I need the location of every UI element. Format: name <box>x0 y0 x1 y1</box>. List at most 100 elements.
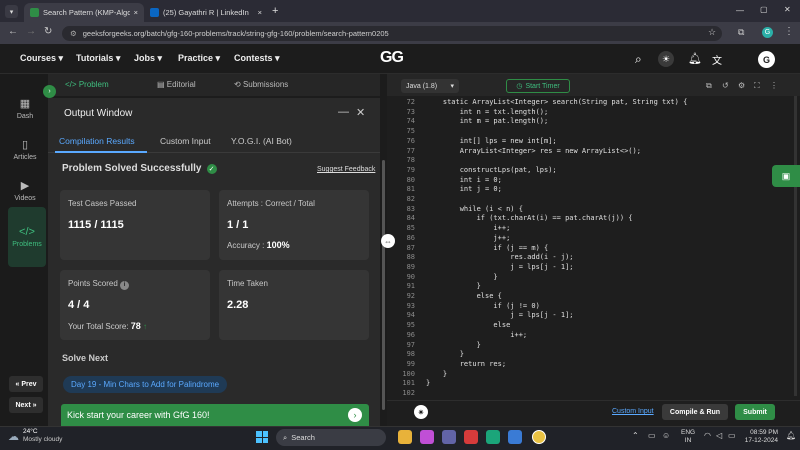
browser-menu-icon[interactable]: ⋮ <box>784 26 794 37</box>
url-field[interactable]: ⚙ geeksforgeeks.org/batch/gfg-160-proble… <box>62 26 722 41</box>
code-line[interactable]: } <box>426 282 481 290</box>
copy-icon[interactable]: ⧉ <box>706 81 712 91</box>
edge-icon[interactable] <box>486 430 500 444</box>
sidebar-item-articles[interactable]: ▯ Articles <box>10 131 40 167</box>
chat-fab[interactable]: ▣ <box>772 165 800 187</box>
file-explorer-icon[interactable] <box>398 430 412 444</box>
notification-center-icon[interactable]: 🔔︎ <box>786 431 796 440</box>
code-line[interactable]: int j = 0; <box>426 185 502 193</box>
browser-tab-active[interactable]: Search Pattern (KMP-Algorithm × <box>24 3 144 22</box>
browser-tab[interactable]: (25) Gayathri R | LinkedIn × <box>144 3 268 22</box>
output-scrollbar[interactable] <box>382 160 385 410</box>
code-line[interactable]: i++; <box>426 224 510 232</box>
nav-practice[interactable]: Practice ▾ <box>178 53 220 64</box>
close-output-icon[interactable]: ✕ <box>356 106 365 119</box>
nav-jobs[interactable]: Jobs ▾ <box>134 53 162 64</box>
fullscreen-icon[interactable]: ⛶ <box>754 81 760 91</box>
code-line[interactable]: if (j != 0) <box>426 302 539 310</box>
tray-chevron-icon[interactable]: ⌃ <box>632 431 639 440</box>
tab-submissions[interactable]: ⟲ Submissions <box>234 80 288 89</box>
tray-app-icon[interactable]: ▭ <box>648 431 656 440</box>
sidebar-item-dash[interactable]: ▦ Dash <box>10 90 40 126</box>
minimize-output-icon[interactable]: — <box>338 106 349 118</box>
code-line[interactable]: } <box>426 341 481 349</box>
code-line[interactable]: constructLps(pat, lps); <box>426 166 557 174</box>
back-icon[interactable]: ← <box>8 26 18 37</box>
tab-yogi-bot[interactable]: Y.O.G.I. (AI Bot) <box>231 136 292 146</box>
user-avatar[interactable]: G <box>758 51 775 68</box>
custom-input-link[interactable]: Custom Input <box>612 408 654 415</box>
nav-courses[interactable]: Courses ▾ <box>20 53 63 64</box>
tab-compilation-results[interactable]: Compilation Results <box>59 136 135 146</box>
tab-editorial[interactable]: ▤ Editorial <box>157 80 196 89</box>
code-line[interactable]: else <box>426 321 510 329</box>
code-line[interactable]: else { <box>426 292 502 300</box>
close-tab-icon[interactable]: × <box>134 8 138 17</box>
start-menu-icon[interactable] <box>256 431 268 443</box>
code-line[interactable]: res.add(i - j); <box>426 253 573 261</box>
banner-arrow-icon[interactable]: › <box>348 408 362 422</box>
code-line[interactable]: while (i < n) { <box>426 205 523 213</box>
office-icon[interactable] <box>464 430 478 444</box>
tab-problem[interactable]: </> Problem <box>65 80 109 89</box>
code-line[interactable]: int i = 0; <box>426 176 502 184</box>
settings-icon[interactable]: ⚙ <box>738 81 745 90</box>
editor-scrollbar[interactable] <box>794 96 797 396</box>
extensions-icon[interactable]: ⧉ <box>738 27 744 38</box>
next-problem-chip[interactable]: Day 19 - Min Chars to Add for Palindrome <box>63 376 228 393</box>
maximize-button[interactable]: ▢ <box>760 5 768 14</box>
code-line[interactable]: if (txt.charAt(i) == pat.charAt(j)) { <box>426 214 633 222</box>
sidebar-expand-button[interactable]: › <box>43 85 56 98</box>
code-line[interactable]: static ArrayList<Integer> search(String … <box>426 98 687 106</box>
profile-badge[interactable]: G <box>762 27 773 38</box>
volume-icon[interactable]: ◁ <box>716 431 722 440</box>
code-line[interactable]: } <box>426 350 464 358</box>
info-icon[interactable]: i <box>120 281 130 290</box>
code-line[interactable]: ArrayList<Integer> res = new ArrayList<>… <box>426 147 641 155</box>
code-line[interactable]: } <box>426 379 430 387</box>
tab-menu-icon[interactable]: ▾ <box>5 5 18 18</box>
battery-icon[interactable]: ▭ <box>728 431 736 440</box>
code-line[interactable]: return res; <box>426 360 506 368</box>
reset-icon[interactable]: ↺ <box>722 81 729 90</box>
teams-icon[interactable] <box>442 430 456 444</box>
start-timer-button[interactable]: ◷ Start Timer <box>506 79 570 93</box>
nav-tutorials[interactable]: Tutorials ▾ <box>76 53 120 64</box>
gfg-logo[interactable]: GG <box>380 49 404 67</box>
store-icon[interactable] <box>508 430 522 444</box>
language-indicator[interactable]: ENG IN <box>681 429 695 445</box>
tab-custom-input[interactable]: Custom Input <box>160 136 211 146</box>
weather-widget[interactable]: ☁ 24°C Mostly cloudy <box>8 428 62 444</box>
compile-run-button[interactable]: Compile & Run <box>662 404 728 420</box>
notification-bell-icon[interactable]: 🔔︎ <box>688 52 702 65</box>
search-icon[interactable]: ⌕ <box>635 52 642 67</box>
code-line[interactable]: j++; <box>426 234 510 242</box>
language-select[interactable]: Java (1.8) ▾ <box>401 79 459 93</box>
taskbar-search[interactable]: ⌕ Search <box>276 429 386 446</box>
close-tab-icon[interactable]: × <box>258 8 262 17</box>
reload-icon[interactable]: ↻ <box>44 26 52 37</box>
minimize-button[interactable]: — <box>736 6 744 15</box>
chrome-icon[interactable] <box>532 430 546 444</box>
code-line[interactable]: int n = txt.length(); <box>426 108 549 116</box>
ai-assist-icon[interactable]: ✷ <box>414 405 428 419</box>
forward-icon[interactable]: → <box>26 26 36 37</box>
bookmark-star-icon[interactable]: ☆ <box>708 27 716 38</box>
code-line[interactable]: if (j == m) { <box>426 244 548 252</box>
next-button[interactable]: Next » <box>9 397 43 413</box>
prev-button[interactable]: « Prev <box>9 376 43 392</box>
resize-handle-icon[interactable]: ⇔ <box>381 234 395 248</box>
translate-icon[interactable]: 文 <box>712 52 722 67</box>
code-line[interactable]: j = lps[j - 1]; <box>426 263 573 271</box>
suggest-feedback-link[interactable]: Suggest Feedback <box>317 166 375 173</box>
new-tab-button[interactable]: + <box>272 5 278 17</box>
close-window-button[interactable]: ✕ <box>784 5 791 14</box>
nav-contests[interactable]: Contests ▾ <box>234 53 280 64</box>
clock[interactable]: 08:59 PM 17-12-2024 <box>742 429 778 445</box>
tray-people-icon[interactable]: ☺ <box>662 431 670 440</box>
wifi-icon[interactable]: ◠ <box>704 431 711 440</box>
submit-button[interactable]: Submit <box>735 404 775 420</box>
more-icon[interactable]: ⋮ <box>770 81 778 90</box>
code-line[interactable]: } <box>426 273 497 281</box>
code-line[interactable]: int[] lps = new int[m]; <box>426 137 557 145</box>
